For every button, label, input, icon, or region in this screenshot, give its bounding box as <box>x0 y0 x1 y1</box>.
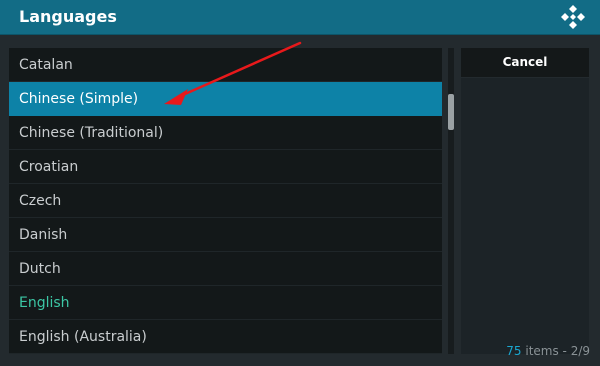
list-item-english-australia[interactable]: English (Australia) <box>9 320 442 354</box>
title-bar: Languages <box>0 0 600 35</box>
list-item-label: English <box>19 295 70 311</box>
items-separator-text: items - <box>521 344 571 358</box>
dialog-title: Languages <box>19 7 117 26</box>
scrollbar-thumb[interactable] <box>448 94 454 130</box>
list-item-chinese-traditional[interactable]: Chinese (Traditional) <box>9 116 442 150</box>
list-item-chinese-simple[interactable]: Chinese (Simple) <box>9 82 442 116</box>
list-item-label: Croatian <box>19 159 79 175</box>
list-item-danish[interactable]: Danish <box>9 218 442 252</box>
list-item-label: Chinese (Simple) <box>19 91 139 107</box>
list-item-label: English (Australia) <box>19 329 147 345</box>
list-item-czech[interactable]: Czech <box>9 184 442 218</box>
list-scrollbar[interactable] <box>448 48 454 354</box>
list-item-croatian[interactable]: Croatian <box>9 150 442 184</box>
side-panel <box>461 78 589 354</box>
list-item-english[interactable]: English <box>9 286 442 320</box>
kodi-logo-icon <box>561 5 585 29</box>
list-item-label: Chinese (Traditional) <box>19 125 164 141</box>
language-list: Catalan Chinese (Simple) Chinese (Tradit… <box>9 48 442 354</box>
item-count: 75 <box>506 344 522 358</box>
list-item-label: Catalan <box>19 57 73 73</box>
item-count-indicator: 75 items - 2/9 <box>506 344 590 358</box>
list-item-catalan[interactable]: Catalan <box>9 48 442 82</box>
list-item-label: Dutch <box>19 261 61 277</box>
page-indicator: 2/9 <box>570 344 590 358</box>
cancel-button[interactable]: Cancel <box>461 48 589 77</box>
list-item-dutch[interactable]: Dutch <box>9 252 442 286</box>
list-item-label: Czech <box>19 193 62 209</box>
list-item-label: Danish <box>19 227 68 243</box>
